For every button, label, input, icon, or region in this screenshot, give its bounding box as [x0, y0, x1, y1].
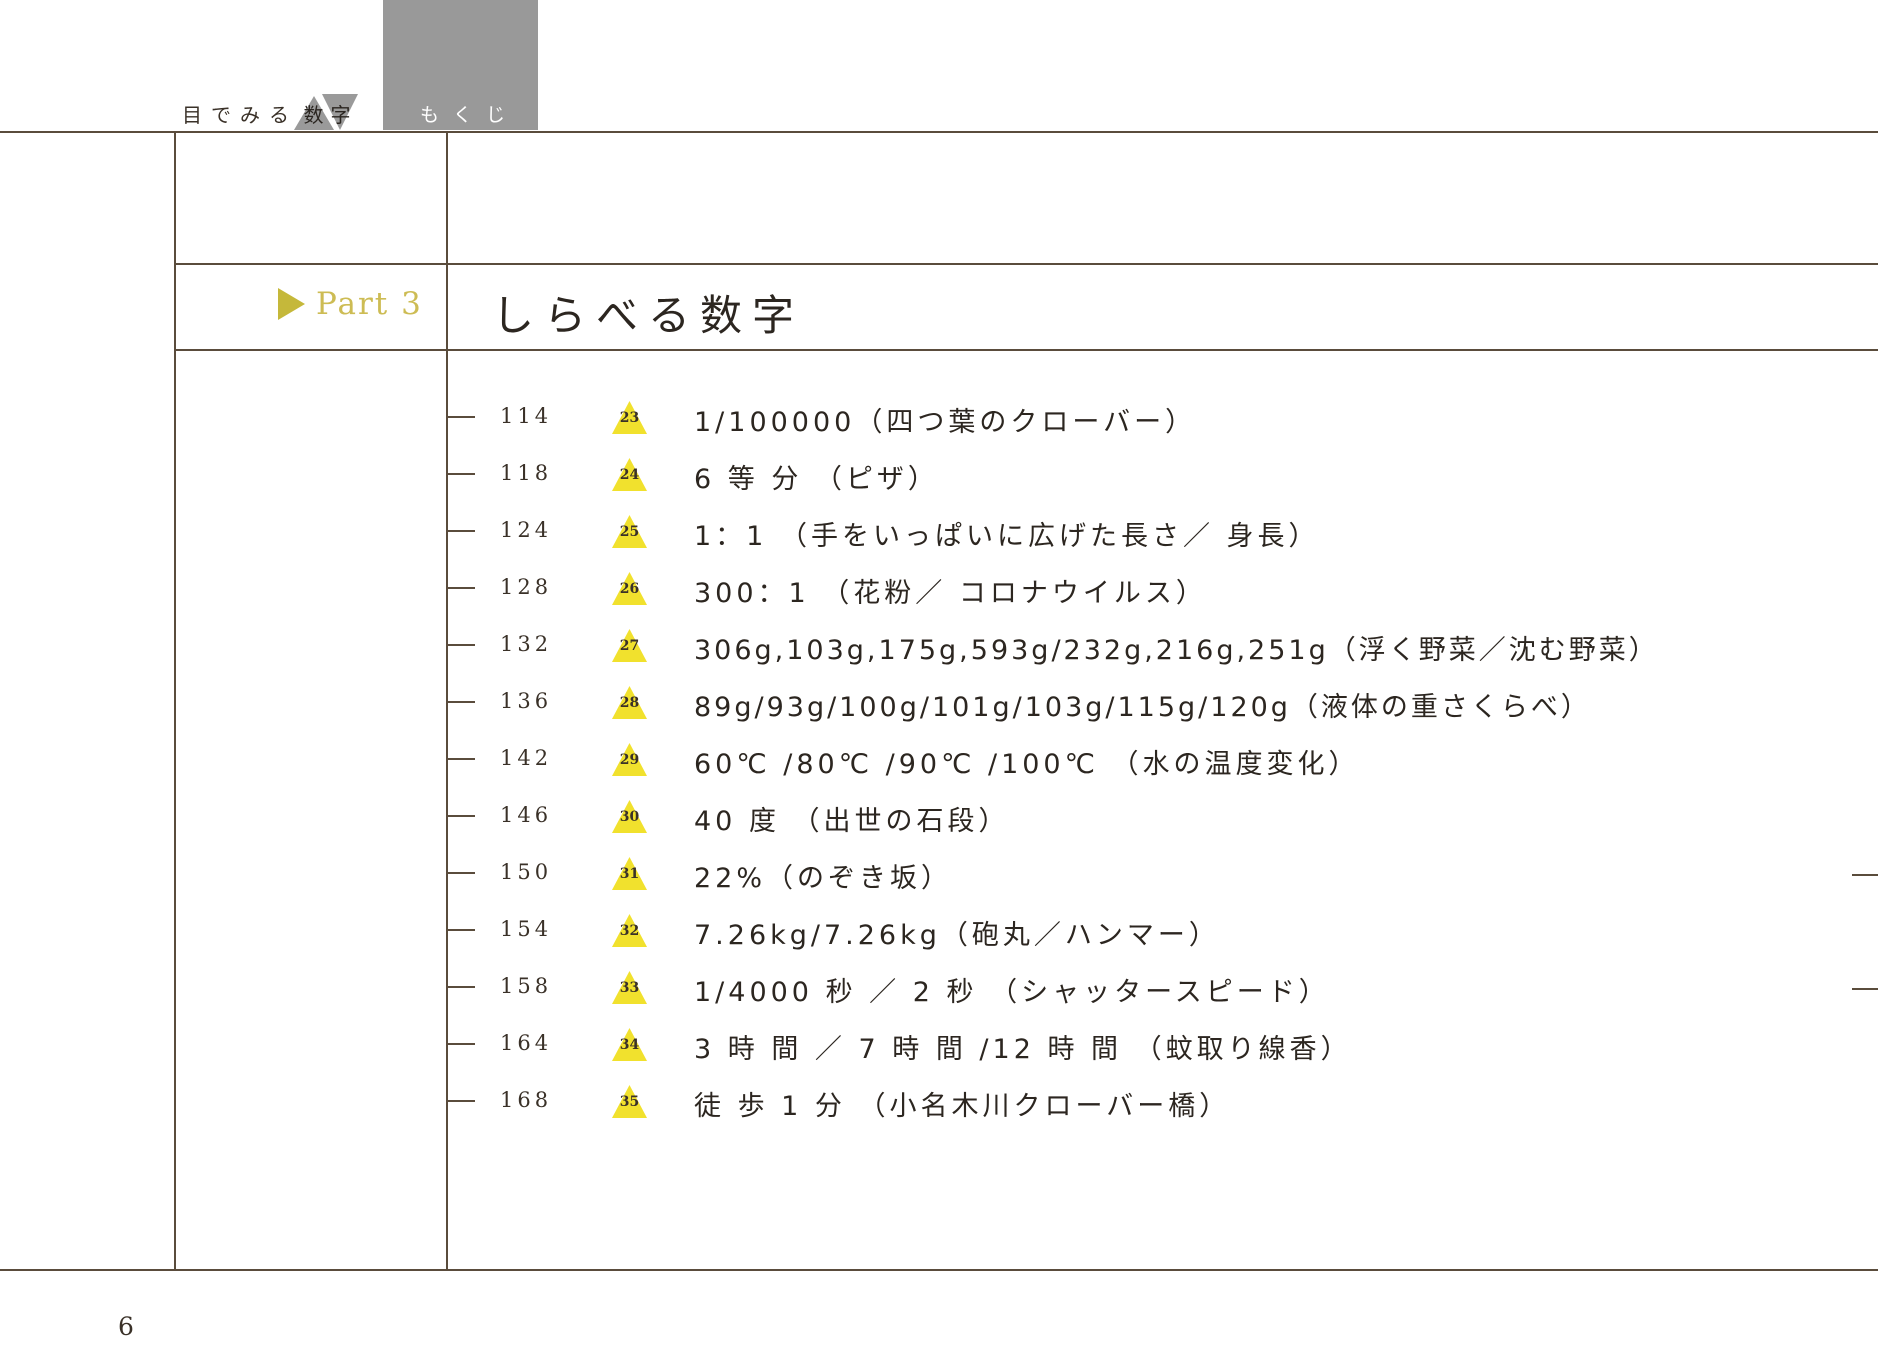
- leader-dash: [447, 929, 475, 931]
- leader-dash: [447, 416, 475, 418]
- toc-entry-title: 89g/93g/100g/101g/103g/115g/120g（液体の重さくら…: [694, 692, 1591, 723]
- chapter-badge: 27: [612, 629, 647, 662]
- leader-dash: [447, 986, 475, 988]
- book-title-mark-char: 字: [330, 102, 351, 127]
- chapter-number: 35: [619, 1094, 640, 1110]
- chapter-number: 29: [619, 752, 640, 768]
- leader-dash: [447, 701, 475, 703]
- toc-entry[interactable]: 124 25 1：1 （手をいっぱいに広げた長さ／ 身長）: [0, 504, 1878, 560]
- toc-entry[interactable]: 158 33 1/4000 秒 ／ 2 秒 （シャッタースピード）: [0, 960, 1878, 1016]
- toc-entry-title: 6 等 分 （ピザ）: [694, 464, 939, 495]
- toc-page-number: 118: [500, 461, 553, 485]
- toc-entry-title: 300：1 （花粉／ コロナウイルス）: [694, 578, 1207, 609]
- chapter-number: 30: [619, 809, 640, 825]
- chapter-badge: 24: [612, 458, 647, 491]
- leader-dash: [447, 872, 475, 874]
- leader-dash: [447, 1043, 475, 1045]
- chapter-number: 28: [619, 695, 640, 711]
- toc-entry[interactable]: 118 24 6 等 分 （ピザ）: [0, 447, 1878, 503]
- toc-entry-title: 7.26kg/7.26kg（砲丸／ハンマー）: [694, 920, 1220, 951]
- chapter-number: 33: [619, 980, 640, 996]
- chapter-number: 31: [619, 866, 640, 882]
- chapter-badge: 23: [612, 401, 647, 434]
- play-arrow-icon: [278, 288, 305, 320]
- book-title-mark-char: 数: [303, 102, 324, 127]
- book-title-prefix: 目でみる: [182, 102, 298, 127]
- toc-page-number: 132: [500, 632, 553, 656]
- toc-entry-title: 306g,103g,175g,593g/232g,216g,251g（浮く野菜／…: [694, 635, 1659, 666]
- toc-page-number: 146: [500, 803, 553, 827]
- toc-page-number: 168: [500, 1088, 553, 1112]
- toc-entry[interactable]: 142 29 60℃ /80℃ /90℃ /100℃ （水の温度変化）: [0, 732, 1878, 788]
- chapter-badge: 31: [612, 857, 647, 890]
- toc-entry-title: 徒 歩 1 分 （小名木川クローバー橋）: [694, 1091, 1231, 1122]
- chapter-number: 26: [619, 581, 640, 597]
- toc-page-number: 158: [500, 974, 553, 998]
- section-tab-label: もくじ: [420, 104, 520, 126]
- chapter-badge: 34: [612, 1028, 647, 1061]
- leader-dash: [447, 530, 475, 532]
- book-title: 目でみる 数 字: [182, 94, 358, 130]
- chapter-badge: 33: [612, 971, 647, 1004]
- toc-entry-title: 1：1 （手をいっぱいに広げた長さ／ 身長）: [694, 521, 1320, 552]
- toc-entry[interactable]: 150 31 22%（のぞき坂）: [0, 846, 1878, 902]
- toc-page-number: 150: [500, 860, 553, 884]
- chapter-number: 25: [619, 524, 640, 540]
- chapter-badge: 28: [612, 686, 647, 719]
- leader-dash: [447, 815, 475, 817]
- leader-dash: [447, 758, 475, 760]
- part-bottom-rule: [174, 349, 1878, 351]
- toc-entry-title: 60℃ /80℃ /90℃ /100℃ （水の温度変化）: [694, 749, 1360, 780]
- toc-entry[interactable]: 136 28 89g/93g/100g/101g/103g/115g/120g（…: [0, 675, 1878, 731]
- chapter-badge: 25: [612, 515, 647, 548]
- toc-entry-title: 1/100000（四つ葉のクローバー）: [694, 407, 1197, 438]
- chapter-number: 23: [619, 410, 640, 426]
- leader-dash: [447, 473, 475, 475]
- toc-entry-title: 3 時 間 ／ 7 時 間 /12 時 間 （蚊取り線香）: [694, 1034, 1352, 1065]
- toc-page-number: 114: [500, 404, 553, 428]
- spread-edge-mark: [1852, 988, 1878, 990]
- part-label-text: Part 3: [316, 286, 423, 322]
- chapter-number: 24: [619, 467, 640, 483]
- toc-entry-title: 1/4000 秒 ／ 2 秒 （シャッタースピード）: [694, 977, 1330, 1008]
- leader-dash: [447, 1100, 475, 1102]
- chapter-badge: 35: [612, 1085, 647, 1118]
- toc-entry-title: 22%（のぞき坂）: [694, 863, 953, 894]
- part-top-rule: [174, 263, 1878, 265]
- toc-page-number: 154: [500, 917, 553, 941]
- header-rule: [0, 131, 1878, 133]
- chapter-badge: 32: [612, 914, 647, 947]
- toc-entry[interactable]: 164 34 3 時 間 ／ 7 時 間 /12 時 間 （蚊取り線香）: [0, 1017, 1878, 1073]
- chapter-number: 27: [619, 638, 640, 654]
- toc-page-number: 164: [500, 1031, 553, 1055]
- toc-entry[interactable]: 146 30 40 度 （出世の石段）: [0, 789, 1878, 845]
- page-number: 6: [118, 1312, 134, 1341]
- toc-page-number: 136: [500, 689, 553, 713]
- toc-page-number: 124: [500, 518, 553, 542]
- chapter-number: 34: [619, 1037, 640, 1053]
- spread-edge-mark: [1852, 874, 1878, 876]
- toc-entry-title: 40 度 （出世の石段）: [694, 806, 1010, 837]
- leader-dash: [447, 587, 475, 589]
- chapter-badge: 29: [612, 743, 647, 776]
- toc-page-number: 142: [500, 746, 553, 770]
- book-title-mark: 数 字: [294, 94, 358, 130]
- chapter-badge: 30: [612, 800, 647, 833]
- toc-entry[interactable]: 114 23 1/100000（四つ葉のクローバー）: [0, 390, 1878, 446]
- toc-entry[interactable]: 128 26 300：1 （花粉／ コロナウイルス）: [0, 561, 1878, 617]
- chapter-number: 32: [619, 923, 640, 939]
- part-label: Part 3: [278, 286, 423, 322]
- toc-entry[interactable]: 132 27 306g,103g,175g,593g/232g,216g,251…: [0, 618, 1878, 674]
- toc-page-number: 128: [500, 575, 553, 599]
- toc-entry[interactable]: 154 32 7.26kg/7.26kg（砲丸／ハンマー）: [0, 903, 1878, 959]
- chapter-badge: 26: [612, 572, 647, 605]
- toc-entry[interactable]: 168 35 徒 歩 1 分 （小名木川クローバー橋）: [0, 1074, 1878, 1130]
- part-title: しらべる数字: [492, 291, 805, 340]
- leader-dash: [447, 644, 475, 646]
- footer-rule: [0, 1269, 1878, 1271]
